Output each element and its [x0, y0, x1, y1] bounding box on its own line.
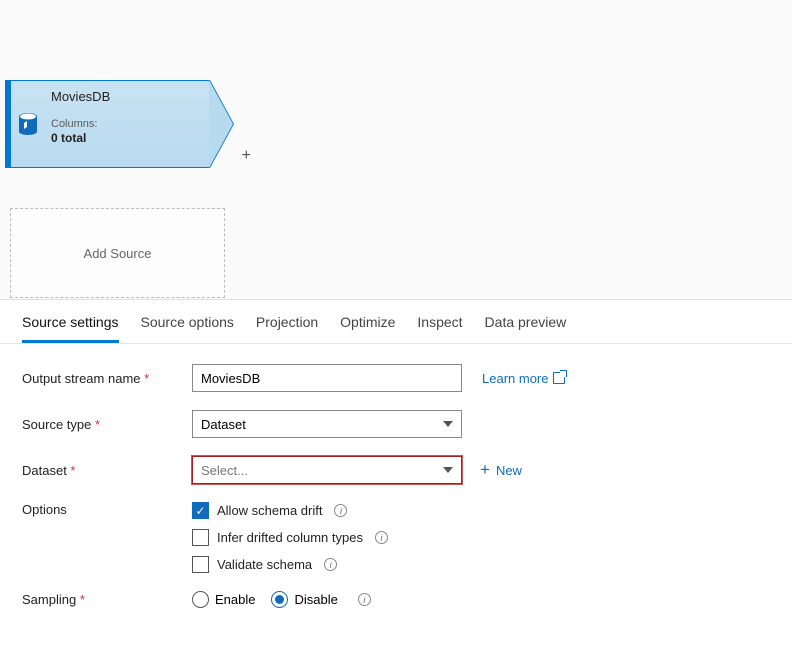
sampling-disable-radio[interactable]: Disable	[271, 591, 337, 608]
source-type-select[interactable]: Dataset	[192, 410, 462, 438]
sampling-enable-radio[interactable]: Enable	[192, 591, 255, 608]
learn-more-text: Learn more	[482, 371, 548, 386]
plus-icon: +	[480, 460, 490, 480]
sampling-label: Sampling	[22, 592, 192, 607]
columns-label: Columns:	[51, 118, 97, 130]
options-label: Options	[22, 502, 192, 517]
output-stream-input[interactable]	[192, 364, 462, 392]
tab-data-preview[interactable]: Data preview	[485, 314, 567, 343]
learn-more-link[interactable]: Learn more	[482, 371, 565, 386]
source-type-label: Source type	[22, 417, 192, 432]
new-label: New	[496, 463, 522, 478]
info-icon[interactable]	[324, 558, 337, 571]
node-body: MoviesDB Columns: 0 total	[45, 81, 209, 167]
info-icon[interactable]	[375, 531, 388, 544]
allow-drift-text: Allow schema drift	[217, 503, 322, 518]
infer-types-text: Infer drifted column types	[217, 530, 363, 545]
tabs-bar: Source settings Source options Projectio…	[0, 300, 792, 344]
allow-schema-drift-checkbox[interactable]: Allow schema drift	[192, 502, 388, 519]
dataflow-canvas[interactable]: MoviesDB Columns: 0 total + Add Source	[0, 0, 792, 300]
database-icon	[11, 81, 45, 167]
disable-text: Disable	[294, 592, 337, 607]
checkbox-icon	[192, 529, 209, 546]
add-step-button[interactable]: +	[242, 147, 251, 165]
add-source-label: Add Source	[84, 246, 152, 261]
source-settings-panel: Output stream name Learn more Source typ…	[0, 344, 792, 646]
chevron-down-icon	[443, 467, 453, 473]
chevron-down-icon	[443, 421, 453, 427]
info-icon[interactable]	[358, 593, 371, 606]
tab-inspect[interactable]: Inspect	[417, 314, 462, 343]
external-link-icon	[553, 372, 565, 384]
infer-drifted-types-checkbox[interactable]: Infer drifted column types	[192, 529, 388, 546]
output-stream-label: Output stream name	[22, 371, 192, 386]
radio-icon	[192, 591, 209, 608]
checkbox-icon	[192, 556, 209, 573]
validate-schema-checkbox[interactable]: Validate schema	[192, 556, 388, 573]
dataset-label: Dataset	[22, 463, 192, 478]
node-columns: Columns: 0 total	[51, 118, 203, 146]
tab-source-settings[interactable]: Source settings	[22, 314, 119, 343]
dataset-placeholder: Select...	[201, 463, 248, 478]
validate-schema-text: Validate schema	[217, 557, 312, 572]
checkbox-checked-icon	[192, 502, 209, 519]
new-dataset-button[interactable]: + New	[480, 460, 522, 480]
source-node-moviesdb[interactable]: MoviesDB Columns: 0 total +	[10, 80, 210, 168]
info-icon[interactable]	[334, 504, 347, 517]
node-title: MoviesDB	[51, 89, 203, 104]
radio-selected-icon	[271, 591, 288, 608]
tab-source-options[interactable]: Source options	[141, 314, 234, 343]
enable-text: Enable	[215, 592, 255, 607]
dataset-select[interactable]: Select...	[192, 456, 462, 484]
source-type-value: Dataset	[201, 417, 246, 432]
tab-optimize[interactable]: Optimize	[340, 314, 395, 343]
add-source-button[interactable]: Add Source	[10, 208, 225, 298]
columns-value: 0 total	[51, 131, 86, 145]
tab-projection[interactable]: Projection	[256, 314, 318, 343]
